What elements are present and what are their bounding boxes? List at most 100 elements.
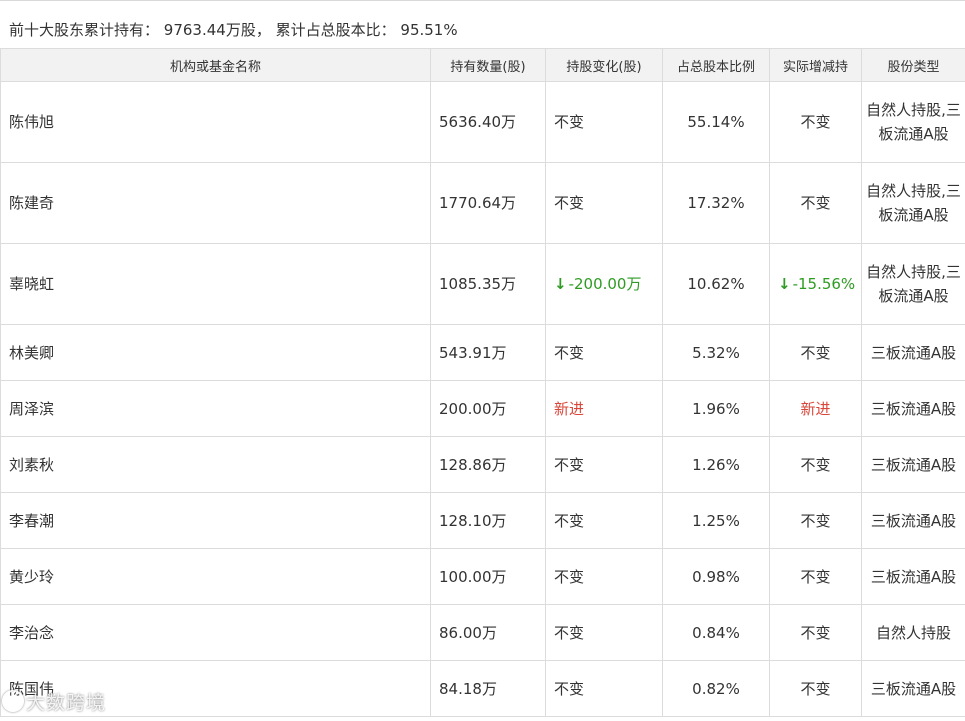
holder-actual-change: 不变 [769, 492, 862, 549]
holder-name: 黄少玲 [0, 548, 431, 605]
holder-change: 不变 [545, 660, 663, 717]
summary-label: 前十大股东累计持有： [9, 21, 160, 39]
holder-quantity: 86.00万 [430, 604, 546, 661]
holder-name: 刘素秋 [0, 436, 431, 493]
holder-percent-text: 1.25% [692, 511, 740, 530]
holder-change-text: 不变 [554, 511, 585, 530]
table-row: 周泽滨 200.00万 新进 1.96% 新进 三板流通A股 [0, 380, 965, 437]
holder-share-type: 三板流通A股 [861, 324, 965, 381]
holder-quantity-text: 1770.64万 [439, 194, 517, 212]
header-name: 机构或基金名称 [0, 48, 431, 82]
holder-share-type: 三板流通A股 [861, 380, 965, 437]
holder-share-type-text: 自然人持股,三板流通A股 [866, 182, 961, 224]
holder-share-type-text: 自然人持股 [875, 623, 951, 642]
holder-name: 李治念 [0, 604, 431, 661]
holder-actual-change-text: 不变 [800, 679, 831, 698]
holder-change-text: 不变 [554, 343, 585, 362]
holder-quantity: 100.00万 [430, 548, 546, 605]
holder-share-type: 自然人持股,三板流通A股 [861, 81, 965, 163]
holder-percent: 0.82% [662, 660, 770, 717]
holder-change-text: 不变 [554, 567, 585, 586]
holder-percent: 1.96% [662, 380, 770, 437]
holder-quantity: 543.91万 [430, 324, 546, 381]
holder-share-type: 三板流通A股 [861, 548, 965, 605]
top-holders-summary: 前十大股东累计持有： 9763.44万股， 累计占总股本比： 95.51% [0, 0, 965, 48]
holder-quantity: 84.18万 [430, 660, 546, 717]
holder-name-text: 刘素秋 [9, 455, 55, 474]
summary-ratio: 95.51% [400, 21, 458, 39]
holder-share-type-text: 三板流通A股 [870, 679, 957, 698]
holder-change-text: 不变 [554, 455, 585, 474]
holder-name-text: 李春潮 [9, 511, 55, 530]
holder-quantity: 128.86万 [430, 436, 546, 493]
holder-change-text: 不变 [554, 679, 585, 698]
holder-name-text: 陈国伟 [9, 679, 55, 698]
holder-name: 周泽滨 [0, 380, 431, 437]
holder-share-type-text: 三板流通A股 [870, 511, 957, 530]
holder-quantity: 200.00万 [430, 380, 546, 437]
holder-actual-change: 新进 [769, 380, 862, 437]
holder-share-type: 自然人持股,三板流通A股 [861, 243, 965, 325]
holder-quantity-text: 128.10万 [439, 511, 507, 530]
holder-quantity-text: 200.00万 [439, 399, 507, 418]
holder-actual-change: 不变 [769, 324, 862, 381]
holder-quantity: 5636.40万 [430, 81, 546, 163]
holder-actual-change: 不变 [769, 162, 862, 244]
holder-change-text: 不变 [554, 194, 585, 212]
holder-name-text: 李治念 [9, 623, 55, 642]
holder-quantity: 1770.64万 [430, 162, 546, 244]
holder-name: 陈国伟 [0, 660, 431, 717]
holder-quantity-text: 128.86万 [439, 455, 507, 474]
table-row: 李治念 86.00万 不变 0.84% 不变 自然人持股 [0, 604, 965, 661]
holder-quantity: 128.10万 [430, 492, 546, 549]
table-row: 刘素秋 128.86万 不变 1.26% 不变 三板流通A股 [0, 436, 965, 493]
holder-actual-change-text: 不变 [800, 194, 831, 212]
holder-share-type: 三板流通A股 [861, 660, 965, 717]
header-share-type: 股份类型 [861, 48, 965, 82]
holder-actual-change: 不变 [769, 548, 862, 605]
holder-actual-change: 不变 [769, 604, 862, 661]
holder-quantity-text: 5636.40万 [439, 113, 517, 131]
holder-share-type-text: 三板流通A股 [870, 567, 957, 586]
table-row: 陈伟旭 5636.40万 不变 55.14% 不变 自然人持股,三板流通A股 [0, 81, 965, 163]
header-actual-change: 实际增减持 [769, 48, 862, 82]
holder-percent: 1.25% [662, 492, 770, 549]
holder-name-text: 林美卿 [9, 343, 55, 362]
table-row: 林美卿 543.91万 不变 5.32% 不变 三板流通A股 [0, 324, 965, 381]
header-change: 持股变化(股) [545, 48, 663, 82]
shareholders-page: 前十大股东累计持有： 9763.44万股， 累计占总股本比： 95.51% 机构… [0, 0, 965, 721]
holder-percent-text: 55.14% [687, 113, 745, 131]
holder-change-text: -200.00万 [568, 275, 642, 293]
holder-change-text: 不变 [554, 623, 585, 642]
holder-percent: 0.84% [662, 604, 770, 661]
holder-actual-change-text: 新进 [800, 399, 831, 418]
table-header-row: 机构或基金名称 持有数量(股) 持股变化(股) 占总股本比例 实际增减持 股份类… [0, 48, 965, 82]
holder-change: 新进 [545, 380, 663, 437]
header-quantity: 持有数量(股) [430, 48, 546, 82]
holder-percent-text: 0.82% [692, 679, 740, 698]
holder-percent-text: 1.26% [692, 455, 740, 474]
holder-quantity: 1085.35万 [430, 243, 546, 325]
holder-actual-change-text: 不变 [800, 343, 831, 362]
top-holders-table: 机构或基金名称 持有数量(股) 持股变化(股) 占总股本比例 实际增减持 股份类… [0, 48, 965, 717]
holder-name: 陈建奇 [0, 162, 431, 244]
arrow-down-icon: ↓ [778, 275, 791, 293]
holder-share-type-text: 三板流通A股 [870, 399, 957, 418]
holder-change-text: 新进 [554, 399, 585, 418]
holder-change: ↓ -200.00万 [545, 243, 663, 325]
holder-name-text: 周泽滨 [9, 399, 55, 418]
holder-actual-change-text: 不变 [800, 113, 831, 131]
holder-share-type-text: 三板流通A股 [870, 455, 957, 474]
holder-percent-text: 5.32% [692, 343, 740, 362]
table-row: 黄少玲 100.00万 不变 0.98% 不变 三板流通A股 [0, 548, 965, 605]
header-percent: 占总股本比例 [662, 48, 770, 82]
holder-change: 不变 [545, 436, 663, 493]
holder-change: 不变 [545, 324, 663, 381]
holder-actual-change-text: 不变 [800, 455, 831, 474]
holder-actual-change-text: 不变 [800, 623, 831, 642]
holder-percent-text: 1.96% [692, 399, 740, 418]
holder-percent-text: 0.84% [692, 623, 740, 642]
holder-change: 不变 [545, 604, 663, 661]
summary-total: 9763.44万股， [163, 21, 271, 39]
holder-actual-change: 不变 [769, 436, 862, 493]
